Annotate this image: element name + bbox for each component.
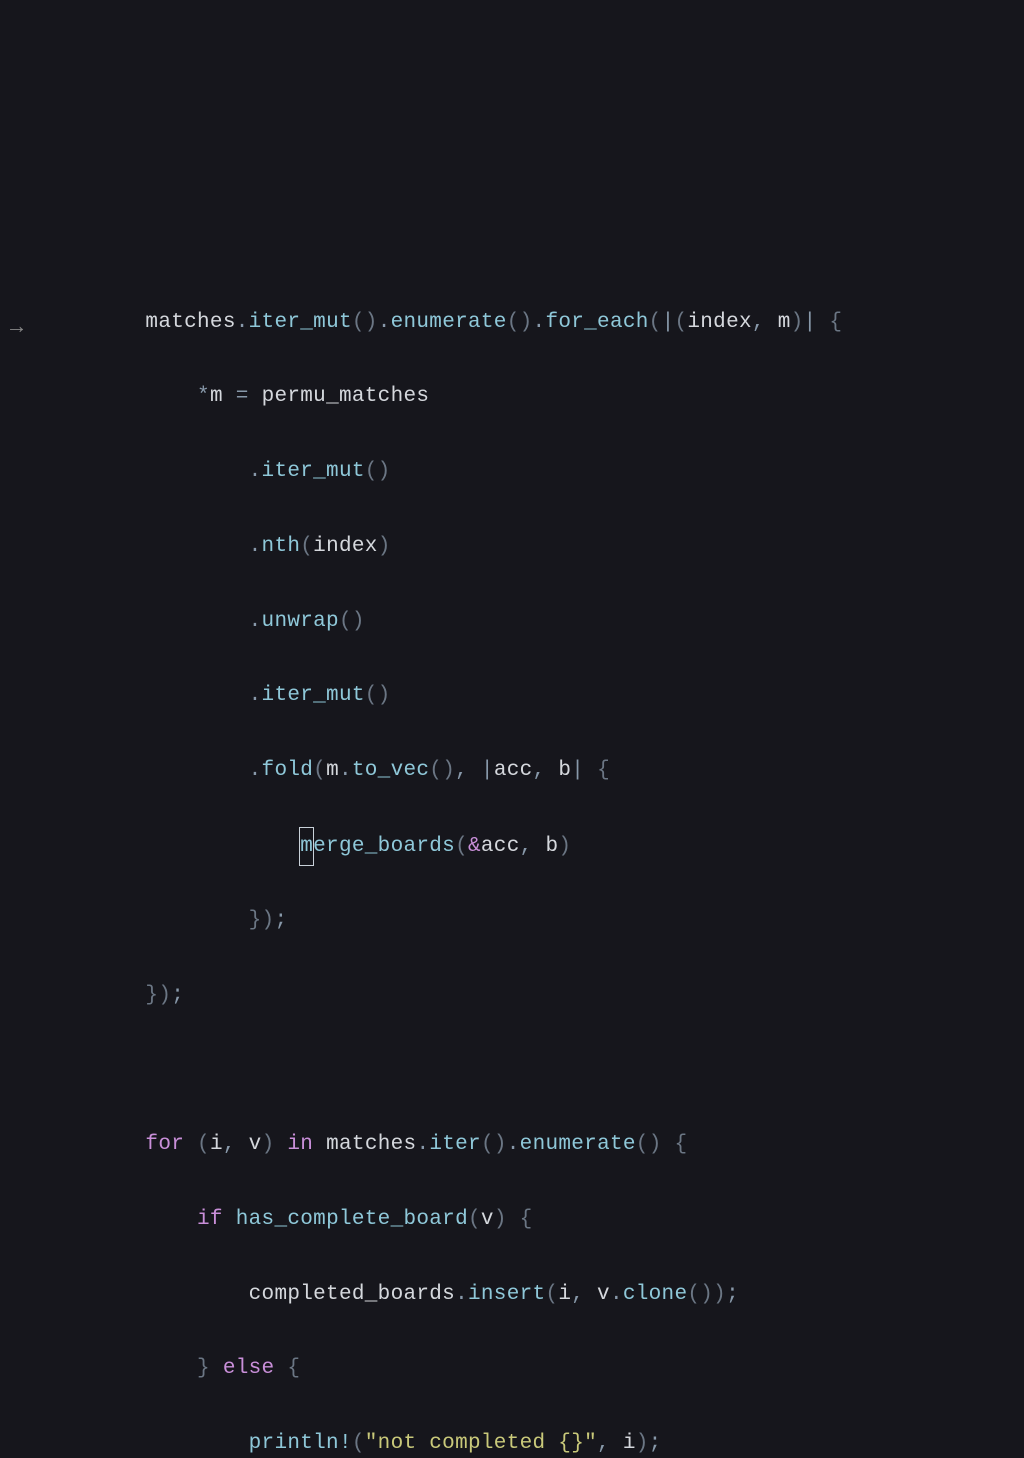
code-line: *m = permu_matches: [68, 378, 1024, 415]
code-line: println!("not completed {}", i);: [68, 1425, 1024, 1458]
code-editor[interactable]: matches.iter_mut().enumerate().for_each(…: [0, 266, 1024, 1458]
code-line: matches.iter_mut().enumerate().for_each(…: [68, 304, 1024, 341]
gutter-arrow-icon: →: [10, 308, 24, 347]
code-line: if has_complete_board(v) {: [68, 1201, 1024, 1238]
code-line: merge_boards(&acc, b): [68, 827, 1024, 864]
code-line: });: [68, 977, 1024, 1014]
code-line: .nth(index): [68, 528, 1024, 565]
code-line: .iter_mut(): [68, 677, 1024, 714]
code-line: .fold(m.to_vec(), |acc, b| {: [68, 752, 1024, 789]
code-line: [68, 1051, 1024, 1088]
code-line: .unwrap(): [68, 603, 1024, 640]
code-line: });: [68, 902, 1024, 939]
code-line: .iter_mut(): [68, 453, 1024, 490]
code-line: } else {: [68, 1350, 1024, 1387]
code-line: for (i, v) in matches.iter().enumerate()…: [68, 1126, 1024, 1163]
code-line: completed_boards.insert(i, v.clone());: [68, 1276, 1024, 1313]
text-cursor: m: [299, 827, 314, 866]
